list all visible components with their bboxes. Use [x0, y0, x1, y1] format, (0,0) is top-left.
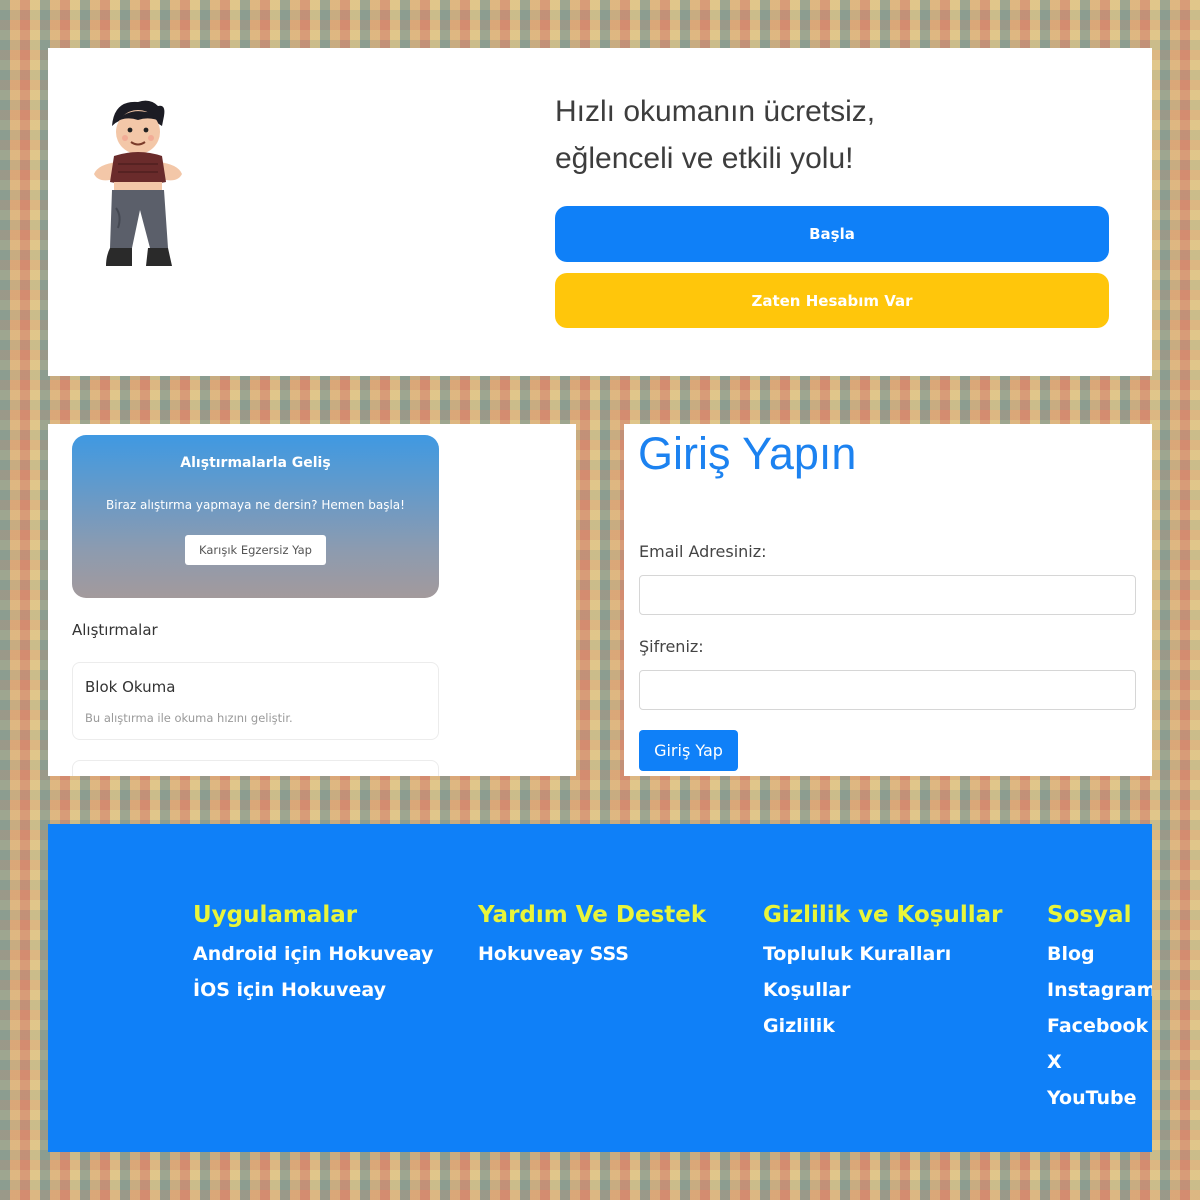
exercise-card[interactable]: Blok Okuma Bu alıştırma ile okuma hızını…	[72, 662, 439, 740]
email-field[interactable]	[639, 575, 1136, 615]
start-button[interactable]: Başla	[555, 206, 1109, 262]
cartoon-boy-icon	[94, 100, 182, 266]
footer-link-blog[interactable]: Blog	[1047, 936, 1152, 972]
login-button[interactable]: Giriş Yap	[639, 730, 738, 771]
footer-link-faq[interactable]: Hokuveay SSS	[478, 936, 706, 972]
footer-column-title: Uygulamalar	[193, 902, 358, 928]
hero-title-line-2: eğlenceli ve etkili yolu!	[555, 142, 854, 175]
footer-link-privacy[interactable]: Gizlilik	[763, 1008, 1003, 1044]
footer-link-youtube[interactable]: YouTube	[1047, 1080, 1152, 1116]
login-title: Giriş Yapın	[638, 428, 857, 479]
have-account-button[interactable]: Zaten Hesabım Var	[555, 273, 1109, 328]
email-label: Email Adresiniz:	[639, 542, 767, 561]
footer-link-instagram[interactable]: Instagram	[1047, 972, 1152, 1008]
password-field[interactable]	[639, 670, 1136, 710]
hero-title-line-1: Hızlı okumanın ücretsiz,	[555, 95, 876, 128]
footer-column-title: Sosyal	[1047, 902, 1132, 928]
footer-column-title: Yardım Ve Destek	[478, 902, 707, 928]
footer-column-title: Gizlilik ve Koşullar	[763, 902, 1003, 928]
exercises-panel: Alıştırmalarla Geliş Biraz alıştırma yap…	[48, 424, 576, 776]
footer-link-terms[interactable]: Koşullar	[763, 972, 1003, 1008]
footer-link-community-rules[interactable]: Topluluk Kuralları	[763, 936, 1003, 972]
footer-column-social: Sosyal Blog Instagram Facebook X YouTube	[1047, 902, 1152, 1116]
exercise-card-title: Blok Okuma	[85, 678, 176, 696]
promo-text: Biraz alıştırma yapmaya ne dersin? Hemen…	[106, 498, 405, 512]
password-label: Şifreniz:	[639, 637, 704, 656]
exercise-card-description: Bu alıştırma ile okuma hızını geliştir.	[85, 711, 293, 725]
exercise-promo-card: Alıştırmalarla Geliş Biraz alıştırma yap…	[72, 435, 439, 598]
footer: Uygulamalar Android için Hokuveay İOS iç…	[48, 824, 1152, 1152]
footer-link-x[interactable]: X	[1047, 1044, 1152, 1080]
exercises-heading: Alıştırmalar	[72, 621, 158, 639]
hero-panel: Hızlı okumanın ücretsiz, eğlenceli ve et…	[48, 48, 1152, 376]
mixed-exercise-button[interactable]: Karışık Egzersiz Yap	[185, 535, 326, 565]
footer-column-support: Yardım Ve Destek Hokuveay SSS	[478, 902, 706, 972]
exercise-card[interactable]	[72, 760, 439, 776]
promo-title: Alıştırmalarla Geliş	[180, 455, 331, 471]
footer-column-privacy: Gizlilik ve Koşullar Topluluk Kuralları …	[763, 902, 1003, 1044]
login-panel: Giriş Yapın Email Adresiniz: Şifreniz: G…	[624, 424, 1152, 776]
hero-title: Hızlı okumanın ücretsiz, eğlenceli ve et…	[555, 88, 1115, 182]
footer-link-facebook[interactable]: Facebook	[1047, 1008, 1152, 1044]
footer-link-android[interactable]: Android için Hokuveay	[193, 936, 433, 972]
footer-column-apps: Uygulamalar Android için Hokuveay İOS iç…	[193, 902, 433, 1008]
footer-link-ios[interactable]: İOS için Hokuveay	[193, 972, 433, 1008]
